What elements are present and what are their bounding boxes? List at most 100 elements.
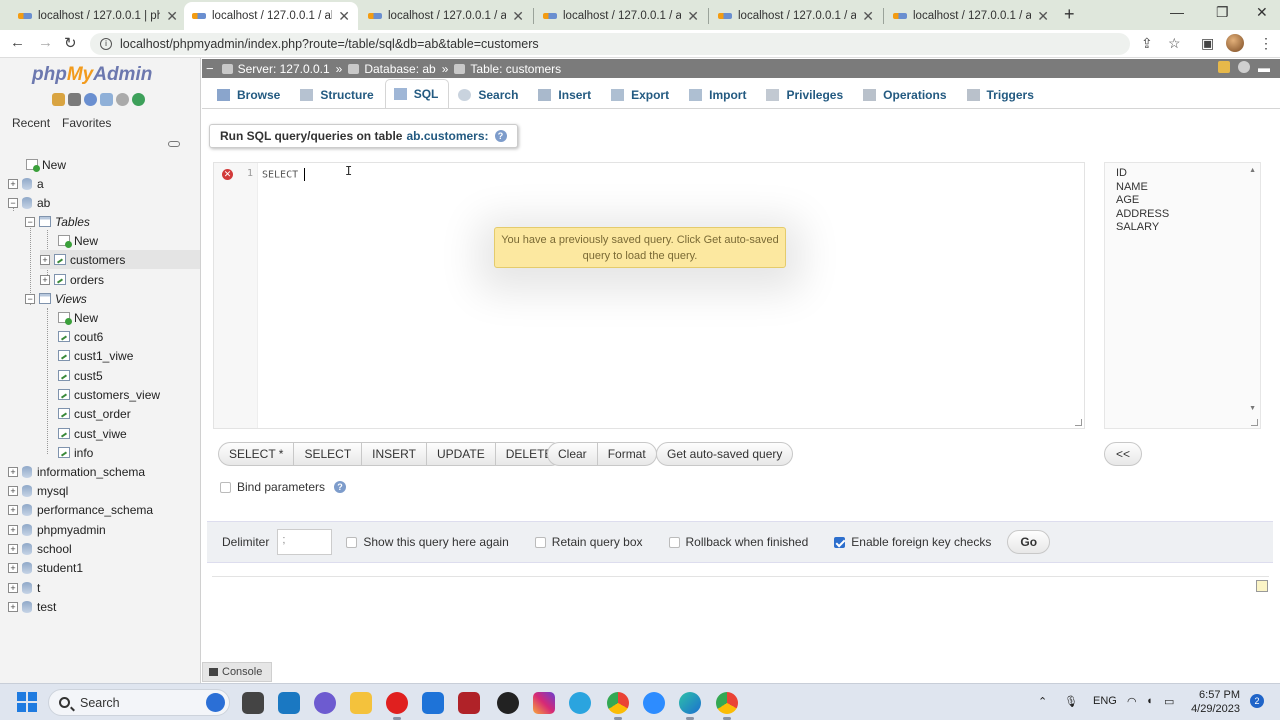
tree-view[interactable]: customers_view — [58, 385, 160, 404]
browser-tab[interactable]: localhost / 127.0.0.1 / ab / c ✕ — [535, 2, 707, 30]
tree-database[interactable]: + t — [8, 578, 40, 597]
tree-database[interactable]: + mysql — [8, 481, 68, 500]
tab-import[interactable]: Import — [680, 81, 757, 108]
tab-insert[interactable]: Insert — [529, 81, 602, 108]
expand-icon[interactable]: + — [40, 254, 50, 265]
close-icon[interactable]: ✕ — [512, 8, 524, 25]
column-option[interactable]: NAME — [1105, 181, 1260, 195]
browser-tab[interactable]: localhost / 127.0.0.1 | phpM ✕ — [10, 2, 186, 30]
tree-table-orders[interactable]: + orders — [40, 270, 104, 289]
help-icon[interactable]: ? — [334, 481, 347, 493]
rollback-checkbox[interactable] — [668, 536, 680, 548]
close-icon[interactable]: ✕ — [1037, 8, 1049, 25]
browser-tab[interactable]: localhost / 127.0.0.1 / ab / c ✕ — [885, 2, 1057, 30]
bookmark-star-icon[interactable]: ☆ — [1168, 35, 1181, 52]
xbox-icon[interactable] — [497, 692, 519, 714]
tree-database[interactable]: + school — [8, 539, 72, 558]
expand-icon[interactable]: + — [8, 543, 18, 554]
restore-icon[interactable]: ❐ — [1216, 4, 1229, 21]
clear-button[interactable]: Clear — [547, 442, 597, 466]
mail-icon[interactable] — [422, 692, 444, 714]
tab-triggers[interactable]: Triggers — [958, 81, 1045, 108]
telegram-icon[interactable] — [569, 692, 591, 714]
insert-button[interactable]: INSERT — [361, 442, 426, 466]
tree-table-customers[interactable]: + customers — [40, 250, 200, 269]
logout-icon[interactable] — [68, 93, 81, 106]
tree-view[interactable]: info — [58, 443, 93, 462]
breadcrumb-table[interactable]: Table: customers — [470, 62, 561, 76]
legend-table-name[interactable]: ab.customers: — [406, 129, 488, 143]
profile-avatar[interactable] — [1226, 34, 1244, 52]
collapse-panel-icon[interactable]: − — [206, 61, 214, 76]
column-option[interactable]: ID — [1105, 167, 1260, 181]
scroll-up-icon[interactable]: ▲ — [1249, 167, 1256, 174]
expand-icon[interactable]: + — [8, 178, 18, 189]
windows-start-icon[interactable] — [17, 692, 37, 712]
forward-icon[interactable]: → — [38, 34, 53, 51]
chrome-profile-icon[interactable] — [716, 692, 738, 720]
home-icon[interactable] — [52, 93, 65, 106]
microphone-icon[interactable]: 🎙 — [1064, 695, 1078, 708]
select-button[interactable]: SELECT — [293, 442, 362, 466]
tree-db-ab[interactable]: − ab — [8, 193, 50, 212]
console-toggle[interactable]: Console — [202, 662, 272, 682]
tree-new-view[interactable]: New — [58, 308, 98, 327]
resize-handle[interactable] — [1075, 419, 1082, 426]
clock[interactable]: 6:57 PM 4/29/2023 — [1180, 688, 1240, 716]
browser-tab[interactable]: localhost / 127.0.0.1 / ab / c ✕ — [710, 2, 882, 30]
column-option[interactable]: ADDRESS — [1105, 208, 1260, 222]
delimiter-input[interactable]: ; — [277, 529, 333, 555]
edge-icon[interactable] — [679, 692, 701, 720]
select-star-button[interactable]: SELECT * — [218, 442, 294, 466]
tree-database[interactable]: + test — [8, 597, 56, 616]
tab-operations[interactable]: Operations — [854, 81, 957, 108]
bind-parameters-checkbox[interactable] — [220, 481, 231, 493]
opera-icon[interactable] — [386, 692, 408, 720]
expand-icon[interactable]: + — [8, 466, 18, 477]
reload-icon[interactable]: ↻ — [64, 34, 77, 52]
tree-database[interactable]: + information_schema — [8, 462, 145, 481]
tray-chevron-icon[interactable]: ⌃ — [1038, 695, 1047, 708]
tree-database[interactable]: + student1 — [8, 558, 83, 577]
expand-icon[interactable]: + — [8, 524, 18, 535]
tree-view[interactable]: cout6 — [58, 327, 103, 346]
tree-database[interactable]: + phpmyadmin — [8, 520, 106, 539]
collapse-icon[interactable]: − — [25, 216, 35, 227]
expand-icon[interactable]: + — [8, 485, 18, 496]
tab-favorites[interactable]: Favorites — [62, 116, 111, 130]
file-explorer-icon[interactable] — [350, 692, 372, 714]
expand-icon[interactable]: + — [8, 504, 18, 515]
teams-chat-icon[interactable] — [314, 692, 336, 714]
tab-export[interactable]: Export — [602, 81, 680, 108]
share-icon[interactable]: ⇪ — [1141, 35, 1153, 52]
tab-search[interactable]: Search — [449, 81, 529, 108]
zoom-icon[interactable] — [643, 692, 665, 714]
tree-view[interactable]: cust5 — [58, 366, 103, 385]
browser-menu-icon[interactable]: ⋮ — [1259, 35, 1273, 52]
tree-view[interactable]: cust1_viwe — [58, 346, 133, 365]
tab-privileges[interactable]: Privileges — [757, 81, 854, 108]
column-option[interactable]: SALARY — [1105, 221, 1260, 235]
new-tab-icon[interactable]: + — [1064, 4, 1075, 25]
settings-gear-icon[interactable] — [1238, 61, 1250, 73]
scroll-down-icon[interactable]: ▼ — [1249, 405, 1256, 412]
link-with-main-panel-icon[interactable] — [168, 141, 180, 147]
expand-icon[interactable]: + — [40, 274, 50, 285]
resize-handle[interactable] — [1251, 419, 1258, 426]
fk-checks-checkbox[interactable] — [834, 536, 846, 548]
taskbar-search[interactable]: Search — [48, 689, 230, 716]
close-icon[interactable]: ✕ — [338, 8, 350, 25]
help-icon[interactable]: ? — [494, 130, 507, 142]
tree-new-table[interactable]: New — [58, 231, 98, 250]
expand-icon[interactable]: + — [8, 562, 18, 573]
retain-box-checkbox[interactable] — [534, 536, 546, 548]
widgets-icon[interactable] — [278, 692, 300, 714]
instagram-icon[interactable] — [533, 692, 555, 714]
browser-tab[interactable]: localhost / 127.0.0.1 / ab / c ✕ — [360, 2, 532, 30]
site-info-icon[interactable]: i — [100, 38, 112, 50]
show-query-option[interactable]: Show this query here again — [346, 535, 509, 549]
collapse-top-icon[interactable]: ▬ — [1258, 61, 1270, 75]
close-window-icon[interactable]: ✕ — [1256, 4, 1268, 21]
format-button[interactable]: Format — [596, 442, 657, 466]
tab-recent[interactable]: Recent — [12, 116, 50, 130]
